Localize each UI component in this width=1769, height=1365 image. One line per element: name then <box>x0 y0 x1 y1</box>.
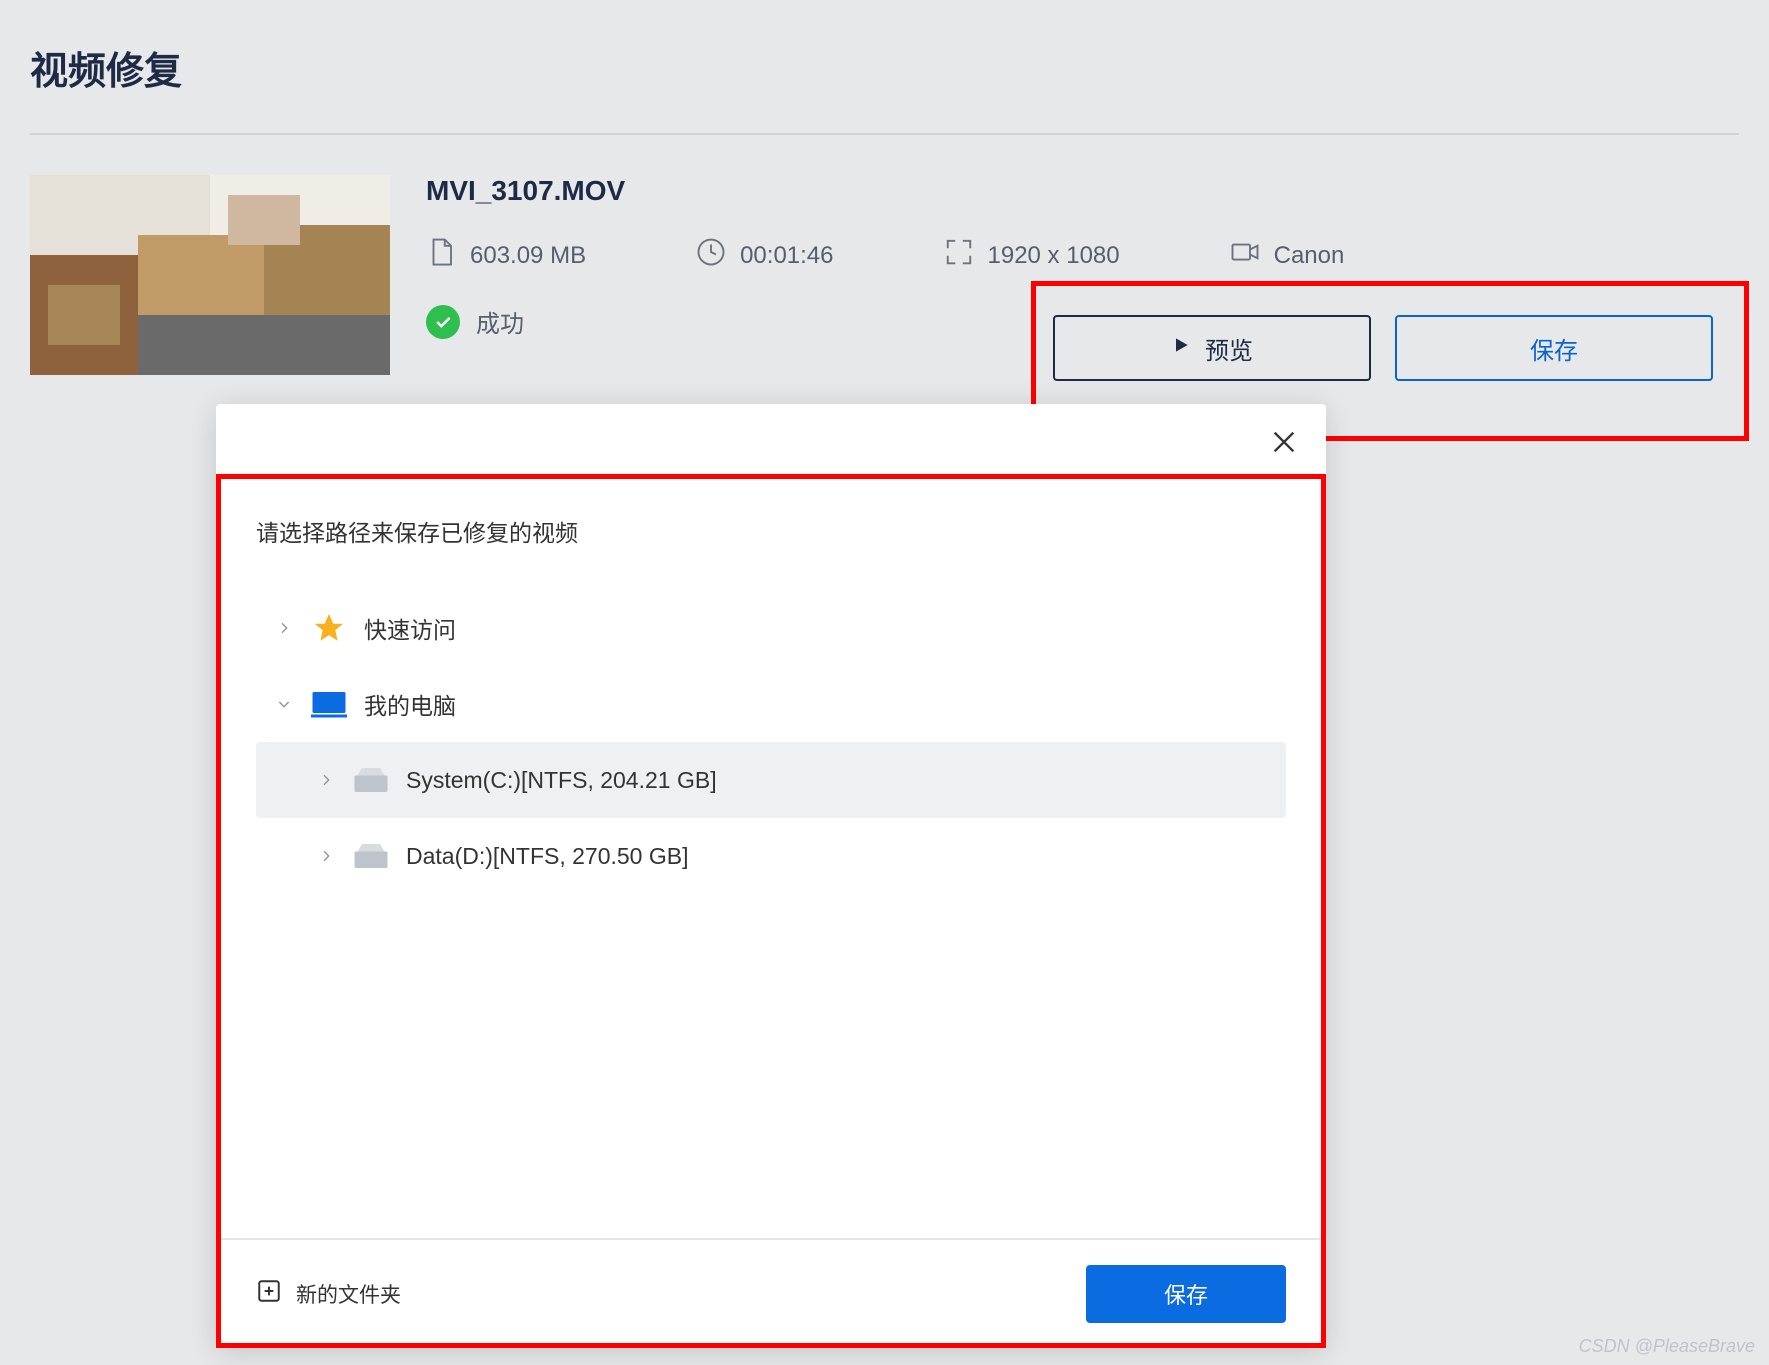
page-title: 视频修复 <box>30 40 1739 95</box>
file-icon <box>426 237 456 274</box>
meta-resolution-text: 1920 x 1080 <box>988 242 1120 270</box>
dialog-title: 请选择路径来保存已修复的视频 <box>256 514 1286 548</box>
save-path-dialog: 请选择路径来保存已修复的视频 快速访问 我的电脑 <box>216 404 1326 1348</box>
tree-item-drive-c[interactable]: System(C:)[NTFS, 204.21 GB] <box>256 742 1286 818</box>
meta-duration: 00:01:46 <box>696 237 833 274</box>
meta-size-text: 603.09 MB <box>470 242 586 270</box>
new-folder-button[interactable]: 新的文件夹 <box>256 1278 401 1310</box>
status-text: 成功 <box>476 304 524 339</box>
meta-camera-text: Canon <box>1274 242 1345 270</box>
meta-resolution: 1920 x 1080 <box>944 237 1120 274</box>
computer-icon <box>310 685 348 723</box>
divider <box>30 133 1739 135</box>
preview-button-label: 预览 <box>1205 331 1253 366</box>
folder-tree: 快速访问 我的电脑 System(C:)[NTFS, 204.21 GB] <box>256 590 1286 894</box>
close-icon <box>1270 428 1298 456</box>
dialog-close-button[interactable] <box>1266 424 1302 460</box>
save-button-label: 保存 <box>1530 331 1578 366</box>
tree-item-quick-access[interactable]: 快速访问 <box>256 590 1286 666</box>
meta-size: 603.09 MB <box>426 237 586 274</box>
tree-label: 我的电脑 <box>364 687 456 721</box>
video-thumbnail[interactable] <box>30 175 390 375</box>
save-button[interactable]: 保存 <box>1395 315 1713 381</box>
watermark: CSDN @PleaseBrave <box>1579 1336 1755 1357</box>
star-icon <box>310 609 348 647</box>
dialog-save-button[interactable]: 保存 <box>1086 1265 1286 1323</box>
video-filename: MVI_3107.MOV <box>426 175 1739 207</box>
meta-duration-text: 00:01:46 <box>740 242 833 270</box>
chevron-right-icon <box>310 764 342 796</box>
video-row: MVI_3107.MOV 603.09 MB 00:01:46 <box>30 175 1739 375</box>
tree-item-drive-d[interactable]: Data(D:)[NTFS, 270.50 GB] <box>256 818 1286 894</box>
preview-button[interactable]: 预览 <box>1053 315 1371 381</box>
chevron-down-icon <box>268 688 300 720</box>
tree-item-my-computer[interactable]: 我的电脑 <box>256 666 1286 742</box>
drive-icon <box>352 837 390 875</box>
chevron-right-icon <box>268 612 300 644</box>
plus-square-icon <box>256 1278 282 1310</box>
chevron-right-icon <box>310 840 342 872</box>
camera-icon <box>1230 237 1260 274</box>
tree-label: System(C:)[NTFS, 204.21 GB] <box>406 767 717 794</box>
expand-icon <box>944 237 974 274</box>
clock-icon <box>696 237 726 274</box>
play-icon <box>1171 334 1191 362</box>
success-icon <box>426 305 460 339</box>
drive-icon <box>352 761 390 799</box>
tree-label: Data(D:)[NTFS, 270.50 GB] <box>406 843 688 870</box>
tree-label: 快速访问 <box>364 611 456 645</box>
meta-camera: Canon <box>1230 237 1345 274</box>
dialog-save-label: 保存 <box>1164 1278 1208 1310</box>
new-folder-label: 新的文件夹 <box>296 1279 401 1309</box>
